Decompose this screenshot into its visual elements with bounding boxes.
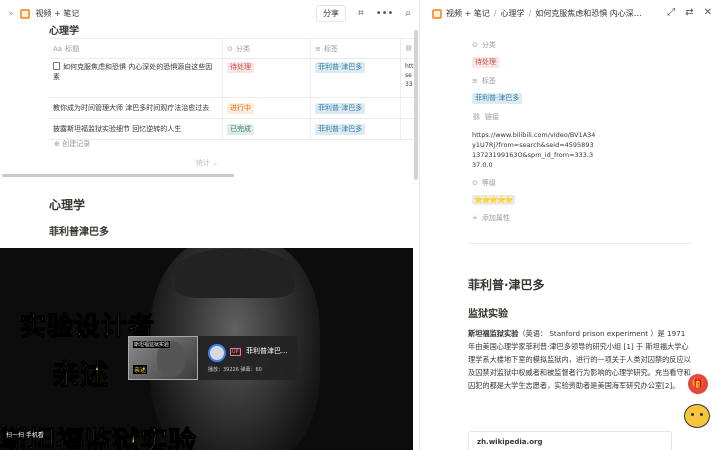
page-icon: [53, 62, 60, 70]
new-record-button[interactable]: ⊕ 创建记录: [54, 139, 90, 149]
link-icon: ⛓: [405, 45, 413, 52]
link-icon: ⛓: [472, 113, 481, 121]
database-title: 心理学: [49, 26, 79, 37]
video-stats: 播放：39226 弹幕：60: [208, 367, 262, 373]
body-paragraph: 斯坦福监狱实验（英语： Stanford prison experiment ）…: [468, 327, 694, 392]
property-link-label[interactable]: ⛓ 链接: [472, 112, 499, 122]
row-title[interactable]: 披露斯坦福监狱实验细节 回忆逆转的人生: [53, 124, 181, 134]
person-tag[interactable]: 菲利普·津巴多: [315, 62, 366, 73]
left-pane: » 视频 + 笔记 分享 ⌗ ••• ⌕ 心理学 Aa 标题 ⊙ 分类 ≡ 标签 ⛓ …: [0, 0, 419, 450]
search-icon[interactable]: ⌕: [405, 8, 411, 19]
notebook-icon: [432, 8, 442, 19]
multiselect-icon: ≡: [315, 44, 321, 53]
breadcrumb-item[interactable]: 视频 + 笔记: [446, 8, 490, 19]
tag-value[interactable]: 菲利普·津巴多: [472, 93, 523, 104]
add-property-button[interactable]: + 添加属性: [472, 213, 510, 223]
person-tag[interactable]: 菲利普·津巴多: [315, 123, 366, 135]
property-tag-label[interactable]: ≡ 标签: [472, 76, 496, 86]
scan-qr-label[interactable]: 扫一扫 手机看: [6, 430, 44, 439]
select-icon: ⊙: [472, 179, 478, 187]
row-title[interactable]: 教你成为时间管理大师 津巴多时间观疗法治愈过去: [53, 103, 209, 113]
expand-sidebar-icon[interactable]: »: [8, 9, 14, 19]
breadcrumb-item[interactable]: 如何克服焦虑和恐惧 内心深处的恐...: [535, 8, 647, 19]
database-table: Aa 标题 ⊙ 分类 ≡ 标签 ⛓ 如何克服焦虑和恐惧 内心深处的恐惧源自这些因素 待…: [49, 38, 419, 140]
swap-icon[interactable]: ⇄: [685, 7, 693, 18]
right-toolbar: ⤢ ⇄ ✕: [667, 7, 712, 18]
share-button[interactable]: 分享: [316, 5, 347, 22]
vertical-scrollbar[interactable]: [414, 30, 418, 180]
table-row[interactable]: 教你成为时间管理大师 津巴多时间观疗法治愈过去 进行中 菲利普·津巴多: [49, 98, 419, 119]
more-icon[interactable]: •••: [376, 8, 394, 19]
assistant-mascot-icon[interactable]: [684, 404, 710, 428]
video-info-card[interactable]: 斯坦福监狱实验 亲述 UP 菲利普津巴... 播放：39226 弹幕：60: [128, 336, 298, 380]
paragraph-text: （英语： Stanford prison experiment ）是 1971 …: [468, 329, 691, 390]
paragraph-bold-term: 斯坦福监狱实验: [468, 329, 519, 338]
table-row[interactable]: 如何克服焦虑和恐惧 内心深处的恐惧源自这些因素 待处理 菲利普·津巴多 htt …: [49, 59, 419, 98]
divider: [468, 243, 692, 244]
right-pane: 视频 + 笔记 / 心理学 / 如何克服焦虑和恐惧 内心深处的恐... ⤢ ⇄ …: [420, 0, 720, 450]
up-badge: UP: [230, 348, 241, 356]
person-tag[interactable]: 菲利普·津巴多: [315, 102, 366, 114]
column-header-category[interactable]: ⊙ 分类: [223, 39, 311, 58]
notebook-icon: [19, 8, 30, 19]
column-header-tag[interactable]: ≡ 标签: [311, 39, 401, 58]
uploader-name[interactable]: 菲利普津巴...: [246, 346, 288, 356]
property-level-label[interactable]: ⊙ 等级: [472, 178, 496, 188]
section-heading: 监狱实验: [468, 309, 508, 320]
bookmark-icon[interactable]: ⌗: [358, 8, 364, 19]
property-category-label[interactable]: ⊙ 分类: [472, 40, 496, 50]
bookmark-link[interactable]: zh.wikipedia.org: [468, 431, 672, 450]
close-icon[interactable]: ✕: [704, 7, 712, 18]
select-icon: ⊙: [227, 44, 233, 53]
breadcrumb-root[interactable]: 视频 + 笔记: [36, 8, 80, 19]
link-value[interactable]: https://www.bilibili.com/video/BV1A34y1U…: [472, 130, 596, 170]
plus-icon: ⊕: [54, 140, 63, 148]
table-row[interactable]: 披露斯坦福监狱实验细节 回忆逆转的人生 已完成 菲利普·津巴多: [49, 119, 419, 140]
row-title[interactable]: 如何克服焦虑和恐惧 内心深处的恐惧源自这些因素: [53, 63, 212, 81]
text-icon: Aa: [53, 44, 63, 53]
heading-psychology: 心理学: [49, 198, 86, 212]
table-header: Aa 标题 ⊙ 分类 ≡ 标签 ⛓: [49, 39, 419, 59]
select-icon: ⊙: [472, 41, 478, 49]
multiselect-icon: ≡: [472, 77, 478, 85]
uploader-avatar[interactable]: [208, 344, 226, 362]
category-tag[interactable]: 已完成: [227, 123, 254, 135]
chevron-down-icon: ⌄: [210, 159, 219, 167]
breadcrumb-item[interactable]: 心理学: [501, 8, 525, 19]
video-caption: 亲述: [51, 358, 109, 392]
horizontal-scrollbar[interactable]: [2, 174, 234, 177]
heading-zimbardo: 菲利普津巴多: [49, 227, 109, 238]
count-button[interactable]: 统计 ⌄: [196, 158, 218, 168]
column-header-title[interactable]: Aa 标题: [49, 39, 223, 58]
category-value[interactable]: 待处理: [472, 57, 499, 68]
gift-icon[interactable]: 🎁: [688, 374, 708, 394]
category-tag[interactable]: 待处理: [227, 62, 254, 73]
category-tag[interactable]: 进行中: [227, 102, 254, 114]
expand-icon[interactable]: ⤢: [667, 7, 675, 18]
level-value[interactable]: ⭐⭐⭐⭐⭐: [472, 195, 515, 205]
page-heading: 菲利普·津巴多: [468, 278, 545, 292]
video-thumbnail[interactable]: 斯坦福监狱实验 亲述: [128, 336, 198, 380]
plus-icon: +: [472, 214, 478, 222]
app: » 视频 + 笔记 分享 ⌗ ••• ⌕ 心理学 Aa 标题 ⊙ 分类 ≡ 标签 ⛓ …: [0, 0, 720, 450]
video-embed[interactable]: 实验设计者 亲述 斯坦福监狱实验 斯坦福监狱实验 亲述 UP 菲利普津巴... …: [0, 248, 413, 450]
